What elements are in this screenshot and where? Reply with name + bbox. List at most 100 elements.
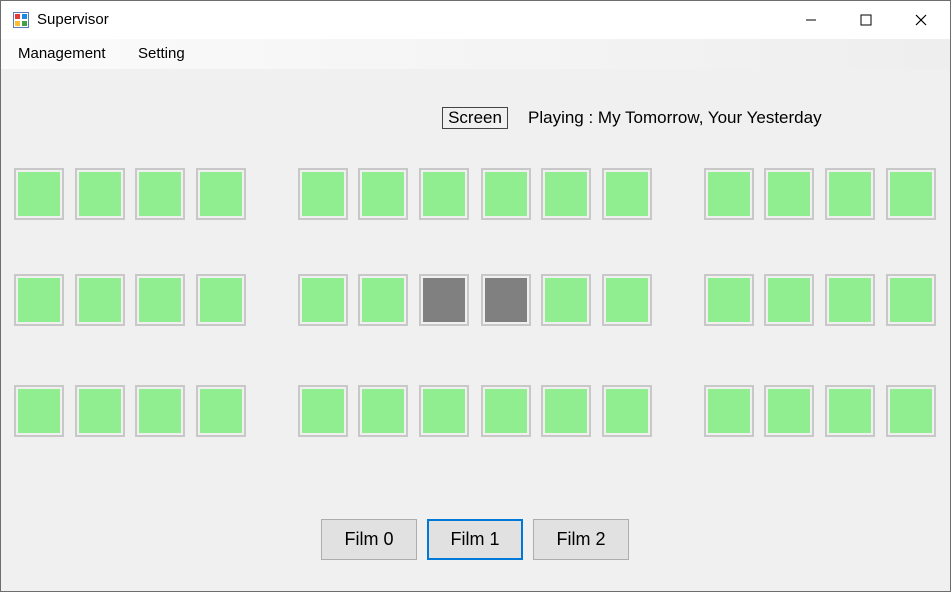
screen-label: Screen bbox=[442, 107, 508, 129]
seat-fill bbox=[79, 278, 121, 322]
film-1-button[interactable]: Film 1 bbox=[427, 519, 523, 560]
seat-r3-c5[interactable] bbox=[298, 385, 348, 437]
seat-r2-c4[interactable] bbox=[196, 274, 246, 326]
seat-r1-c6[interactable] bbox=[358, 168, 408, 220]
seat-fill bbox=[302, 172, 344, 216]
seat-fill bbox=[139, 389, 181, 433]
minimize-icon bbox=[806, 19, 816, 21]
seat-r3-c3[interactable] bbox=[135, 385, 185, 437]
seat-fill bbox=[362, 278, 404, 322]
seat-fill bbox=[302, 278, 344, 322]
seat-fill bbox=[18, 389, 60, 433]
seat-r1-c2[interactable] bbox=[75, 168, 125, 220]
seat-fill bbox=[545, 278, 587, 322]
seat-r2-c3[interactable] bbox=[135, 274, 185, 326]
seat-r2-c5[interactable] bbox=[298, 274, 348, 326]
seat-fill bbox=[890, 172, 932, 216]
seat-r2-c14[interactable] bbox=[886, 274, 936, 326]
seat-fill bbox=[890, 389, 932, 433]
seat-r2-c1[interactable] bbox=[14, 274, 64, 326]
seat-r3-c9[interactable] bbox=[541, 385, 591, 437]
seat-r2-c7[interactable] bbox=[419, 274, 469, 326]
close-icon bbox=[915, 14, 927, 26]
seat-fill bbox=[768, 389, 810, 433]
seat-r2-c11[interactable] bbox=[704, 274, 754, 326]
seat-fill bbox=[362, 172, 404, 216]
window-title: Supervisor bbox=[37, 11, 109, 28]
seat-fill bbox=[139, 172, 181, 216]
seat-r2-c2[interactable] bbox=[75, 274, 125, 326]
seat-r3-c8[interactable] bbox=[481, 385, 531, 437]
menu-setting[interactable]: Setting bbox=[138, 45, 185, 62]
seat-r3-c6[interactable] bbox=[358, 385, 408, 437]
title-bar: Supervisor bbox=[1, 1, 950, 39]
seat-fill bbox=[200, 389, 242, 433]
seat-r2-c8[interactable] bbox=[481, 274, 531, 326]
seat-fill bbox=[79, 172, 121, 216]
seat-fill bbox=[362, 389, 404, 433]
seat-r1-c13[interactable] bbox=[825, 168, 875, 220]
seat-fill bbox=[139, 278, 181, 322]
seat-fill bbox=[768, 278, 810, 322]
seat-fill bbox=[708, 389, 750, 433]
seat-r3-c13[interactable] bbox=[825, 385, 875, 437]
seat-fill bbox=[18, 172, 60, 216]
seat-fill bbox=[485, 172, 527, 216]
seat-fill bbox=[200, 172, 242, 216]
seat-fill bbox=[545, 172, 587, 216]
seat-fill bbox=[423, 389, 465, 433]
seat-r2-c9[interactable] bbox=[541, 274, 591, 326]
seat-r1-c4[interactable] bbox=[196, 168, 246, 220]
minimize-button[interactable] bbox=[788, 1, 834, 39]
seat-r1-c8[interactable] bbox=[481, 168, 531, 220]
seat-fill bbox=[606, 172, 648, 216]
seat-fill bbox=[485, 389, 527, 433]
seat-fill bbox=[708, 172, 750, 216]
menu-management[interactable]: Management bbox=[18, 45, 106, 62]
seat-r1-c10[interactable] bbox=[602, 168, 652, 220]
seat-r3-c7[interactable] bbox=[419, 385, 469, 437]
film-0-button[interactable]: Film 0 bbox=[321, 519, 417, 560]
seat-r1-c12[interactable] bbox=[764, 168, 814, 220]
seat-r2-c6[interactable] bbox=[358, 274, 408, 326]
seat-r1-c9[interactable] bbox=[541, 168, 591, 220]
seat-r1-c7[interactable] bbox=[419, 168, 469, 220]
now-playing-label: Playing : My Tomorrow, Your Yesterday bbox=[528, 108, 822, 127]
seat-fill bbox=[708, 278, 750, 322]
seat-r1-c1[interactable] bbox=[14, 168, 64, 220]
seat-fill bbox=[200, 278, 242, 322]
maximize-icon bbox=[860, 14, 872, 26]
seat-r3-c4[interactable] bbox=[196, 385, 246, 437]
seat-r3-c14[interactable] bbox=[886, 385, 936, 437]
supervisor-window: Supervisor Management Setting Screen Pla… bbox=[0, 0, 951, 592]
seat-r2-c13[interactable] bbox=[825, 274, 875, 326]
seat-fill bbox=[302, 389, 344, 433]
seat-fill bbox=[606, 278, 648, 322]
seat-r3-c12[interactable] bbox=[764, 385, 814, 437]
seat-r2-c12[interactable] bbox=[764, 274, 814, 326]
seat-r1-c5[interactable] bbox=[298, 168, 348, 220]
seat-r3-c11[interactable] bbox=[704, 385, 754, 437]
seat-r3-c10[interactable] bbox=[602, 385, 652, 437]
maximize-button[interactable] bbox=[843, 1, 889, 39]
seat-r3-c2[interactable] bbox=[75, 385, 125, 437]
app-icon bbox=[13, 12, 29, 28]
seat-fill bbox=[423, 172, 465, 216]
seat-r2-c10[interactable] bbox=[602, 274, 652, 326]
seat-fill bbox=[485, 278, 527, 322]
seat-r3-c1[interactable] bbox=[14, 385, 64, 437]
seat-fill bbox=[768, 172, 810, 216]
seat-r1-c11[interactable] bbox=[704, 168, 754, 220]
seat-fill bbox=[829, 172, 871, 216]
film-2-button[interactable]: Film 2 bbox=[533, 519, 629, 560]
seat-fill bbox=[79, 389, 121, 433]
seat-fill bbox=[545, 389, 587, 433]
seat-fill bbox=[829, 278, 871, 322]
seat-fill bbox=[606, 389, 648, 433]
seat-fill bbox=[423, 278, 465, 322]
seat-r1-c3[interactable] bbox=[135, 168, 185, 220]
seat-fill bbox=[18, 278, 60, 322]
seat-fill bbox=[829, 389, 871, 433]
close-button[interactable] bbox=[898, 1, 944, 39]
seat-r1-c14[interactable] bbox=[886, 168, 936, 220]
